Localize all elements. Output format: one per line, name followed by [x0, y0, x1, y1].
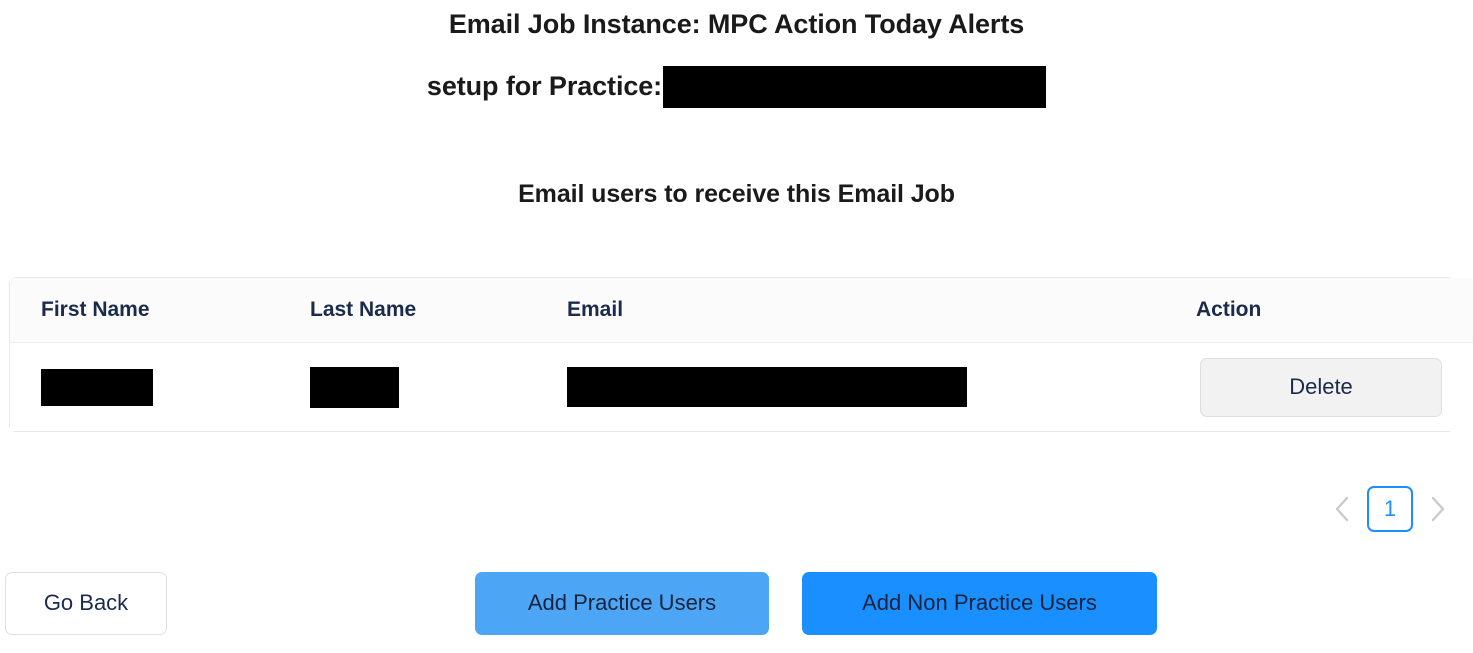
action-button-wrapper: Delete	[1200, 357, 1473, 417]
page-title-line-2-text: setup for Practice:	[426, 71, 663, 101]
footer-actions: Go Back Add Practice Users Add Non Pract…	[0, 568, 1473, 638]
add-non-practice-users-button[interactable]: Add Non Practice Users	[802, 572, 1157, 635]
table-header: First Name Last Name Email Action	[10, 278, 1473, 343]
page-title-line-1: Email Job Instance: MPC Action Today Ale…	[448, 9, 1025, 39]
column-header-email: Email	[567, 278, 1196, 343]
cell-action: Delete	[1196, 342, 1473, 431]
email-users-table-card: First Name Last Name Email Action Delete	[9, 277, 1473, 432]
column-header-first-name: First Name	[10, 278, 310, 343]
add-practice-users-button[interactable]: Add Practice Users	[475, 572, 769, 635]
table-row: Delete	[10, 342, 1473, 431]
last-name-redaction	[310, 366, 399, 408]
practice-name-redaction	[663, 65, 1047, 108]
cell-email	[567, 342, 1196, 431]
cell-last-name	[310, 342, 567, 431]
chevron-right-icon[interactable]	[1425, 489, 1451, 529]
go-back-button[interactable]: Go Back	[5, 572, 167, 635]
delete-button[interactable]: Delete	[1200, 357, 1442, 417]
chevron-left-icon[interactable]	[1329, 489, 1355, 529]
email-users-table: First Name Last Name Email Action Delete	[10, 278, 1473, 431]
column-header-action: Action	[1196, 278, 1473, 343]
email-redaction	[567, 367, 967, 407]
pagination: 1	[1329, 486, 1451, 532]
table-header-row: First Name Last Name Email Action	[10, 278, 1473, 343]
page-title: Email Job Instance: MPC Action Today Ale…	[0, 0, 1473, 109]
cell-first-name	[10, 342, 310, 431]
section-heading: Email users to receive this Email Job	[518, 179, 955, 208]
table-body: Delete	[10, 342, 1473, 431]
column-header-last-name: Last Name	[310, 278, 567, 343]
first-name-redaction	[41, 368, 153, 406]
pagination-page-1[interactable]: 1	[1367, 486, 1413, 532]
page-title-line-2: setup for Practice:	[0, 64, 1473, 109]
